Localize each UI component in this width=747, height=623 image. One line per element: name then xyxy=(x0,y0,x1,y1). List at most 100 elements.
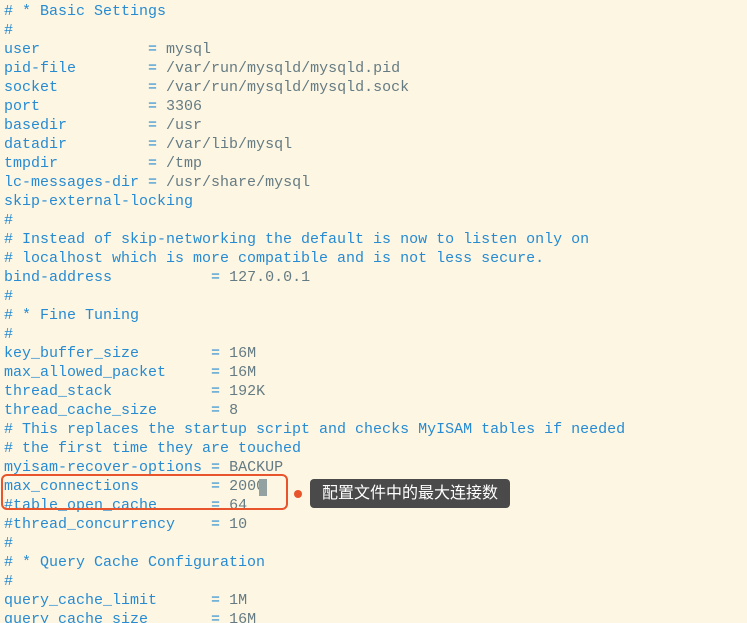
comment-text: # This replaces the startup script and c… xyxy=(4,421,625,438)
comment-text: # xyxy=(4,288,13,305)
equals-sign: = xyxy=(211,497,229,514)
config-value: 192K xyxy=(229,383,265,400)
code-line: # * Query Cache Configuration xyxy=(4,553,743,572)
config-value: 16M xyxy=(229,611,256,623)
code-line: myisam-recover-options = BACKUP xyxy=(4,458,743,477)
equals-sign: = xyxy=(211,516,229,533)
config-key: thread_stack xyxy=(4,383,211,400)
equals-sign: = xyxy=(148,60,166,77)
equals-sign: = xyxy=(148,79,166,96)
code-line: key_buffer_size = 16M xyxy=(4,344,743,363)
comment-text: # the first time they are touched xyxy=(4,440,301,457)
code-line: # localhost which is more compatible and… xyxy=(4,249,743,268)
equals-sign: = xyxy=(211,383,229,400)
config-key: basedir xyxy=(4,117,148,134)
config-value: /tmp xyxy=(166,155,202,172)
config-key: pid-file xyxy=(4,60,148,77)
config-key: thread_cache_size xyxy=(4,402,211,419)
code-line: query_cache_size = 16M xyxy=(4,610,743,623)
equals-sign: = xyxy=(148,155,166,172)
comment-text: # * Fine Tuning xyxy=(4,307,139,324)
config-value: 127.0.0.1 xyxy=(229,269,310,286)
equals-sign: = xyxy=(211,478,229,495)
config-value: /usr/share/mysql xyxy=(166,174,310,191)
code-line: max_allowed_packet = 16M xyxy=(4,363,743,382)
annotation-callout: 配置文件中的最大连接数 xyxy=(294,479,510,508)
comment-text: # xyxy=(4,22,13,39)
config-value: /var/run/mysqld/mysqld.pid xyxy=(166,60,400,77)
code-line: thread_stack = 192K xyxy=(4,382,743,401)
code-line: # xyxy=(4,211,743,230)
config-value: 1M xyxy=(229,592,247,609)
config-value: /usr xyxy=(166,117,202,134)
equals-sign: = xyxy=(148,174,166,191)
code-line: # the first time they are touched xyxy=(4,439,743,458)
code-line: # xyxy=(4,572,743,591)
config-value: 2000 xyxy=(229,478,265,495)
config-key: port xyxy=(4,98,148,115)
comment-text: # * Basic Settings xyxy=(4,3,166,20)
equals-sign: = xyxy=(148,98,166,115)
comment-text: # xyxy=(4,535,13,552)
config-key: #thread_concurrency xyxy=(4,516,211,533)
equals-sign: = xyxy=(211,364,229,381)
code-line: socket = /var/run/mysqld/mysqld.sock xyxy=(4,78,743,97)
comment-text: # xyxy=(4,573,13,590)
config-value: mysql xyxy=(166,41,211,58)
config-key: #table_open_cache xyxy=(4,497,211,514)
equals-sign: = xyxy=(211,459,229,476)
equals-sign: = xyxy=(211,402,229,419)
code-line: thread_cache_size = 8 xyxy=(4,401,743,420)
code-line: #thread_concurrency = 10 xyxy=(4,515,743,534)
config-key: myisam-recover-options xyxy=(4,459,211,476)
equals-sign: = xyxy=(211,611,229,623)
config-value: 16M xyxy=(229,345,256,362)
config-value: 8 xyxy=(229,402,238,419)
config-key: user xyxy=(4,41,148,58)
code-line: # * Basic Settings xyxy=(4,2,743,21)
code-line: # xyxy=(4,21,743,40)
equals-sign: = xyxy=(148,117,166,134)
code-line: lc-messages-dir = /usr/share/mysql xyxy=(4,173,743,192)
code-line: # This replaces the startup script and c… xyxy=(4,420,743,439)
comment-text: # * Query Cache Configuration xyxy=(4,554,265,571)
code-line: basedir = /usr xyxy=(4,116,743,135)
config-key: bind-address xyxy=(4,269,211,286)
config-key: socket xyxy=(4,79,148,96)
code-editor: # * Basic Settings#user = mysqlpid-file … xyxy=(0,0,747,623)
comment-text: # localhost which is more compatible and… xyxy=(4,250,544,267)
config-key: lc-messages-dir xyxy=(4,174,148,191)
config-key: skip-external-locking xyxy=(4,193,193,210)
code-line: query_cache_limit = 1M xyxy=(4,591,743,610)
code-line: tmpdir = /tmp xyxy=(4,154,743,173)
equals-sign: = xyxy=(148,41,166,58)
annotation-text: 配置文件中的最大连接数 xyxy=(310,479,510,508)
code-line: # xyxy=(4,534,743,553)
equals-sign: = xyxy=(211,269,229,286)
config-key: tmpdir xyxy=(4,155,148,172)
config-value: /var/lib/mysql xyxy=(166,136,292,153)
code-line: user = mysql xyxy=(4,40,743,59)
code-line: # Instead of skip-networking the default… xyxy=(4,230,743,249)
code-line: bind-address = 127.0.0.1 xyxy=(4,268,743,287)
code-line: pid-file = /var/run/mysqld/mysqld.pid xyxy=(4,59,743,78)
config-key: max_allowed_packet xyxy=(4,364,211,381)
config-value: 16M xyxy=(229,364,256,381)
config-value: BACKUP xyxy=(229,459,283,476)
config-value: 10 xyxy=(229,516,247,533)
config-value: /var/run/mysqld/mysqld.sock xyxy=(166,79,409,96)
equals-sign: = xyxy=(148,136,166,153)
config-value: 3306 xyxy=(166,98,202,115)
code-line: # xyxy=(4,325,743,344)
code-line: datadir = /var/lib/mysql xyxy=(4,135,743,154)
config-key: max_connections xyxy=(4,478,211,495)
comment-text: # xyxy=(4,326,13,343)
equals-sign: = xyxy=(211,592,229,609)
code-line: # xyxy=(4,287,743,306)
config-key: query_cache_limit xyxy=(4,592,211,609)
config-value: 64 xyxy=(229,497,247,514)
equals-sign: = xyxy=(211,345,229,362)
comment-text: # Instead of skip-networking the default… xyxy=(4,231,589,248)
annotation-dot-icon xyxy=(294,490,302,498)
config-key: datadir xyxy=(4,136,148,153)
